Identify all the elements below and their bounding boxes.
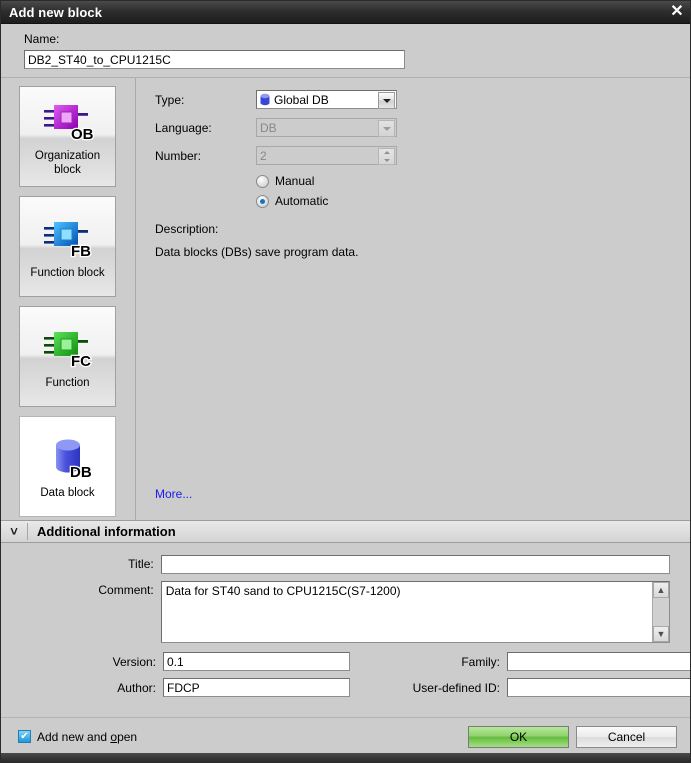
author-input[interactable]: [163, 678, 350, 697]
more-link[interactable]: More...: [155, 487, 192, 501]
svg-text:DB: DB: [70, 464, 92, 480]
version-row: Version:: [21, 652, 350, 671]
block-selection-area: OB Organization block: [1, 77, 690, 520]
radio-manual-label: Manual: [275, 174, 314, 188]
language-select: DB: [256, 118, 397, 137]
db-cylinder-icon: [260, 93, 270, 106]
chevron-down-icon[interactable]: [378, 92, 395, 109]
ok-button[interactable]: OK: [468, 726, 569, 748]
comment-scrollbar[interactable]: ▲ ▼: [652, 582, 669, 642]
svg-text:OB: OB: [71, 126, 94, 142]
close-icon[interactable]: ✕: [664, 1, 690, 23]
number-row: Number: 2: [155, 146, 690, 165]
block-tile-organization-block[interactable]: OB Organization block: [19, 86, 116, 187]
chevron-up-icon[interactable]: ▲: [653, 582, 669, 598]
svg-text:FB: FB: [71, 243, 91, 259]
type-label: Type:: [155, 93, 256, 107]
number-stepper: 2: [256, 146, 397, 165]
additional-information-body: Title: Comment: Data for ST40 sand to CP…: [1, 543, 690, 704]
type-row: Type: Global DB: [155, 90, 690, 109]
author-row: Author:: [21, 678, 350, 697]
dialog-footer: ✔ Add new and open OK Cancel: [1, 717, 690, 762]
type-value: Global DB: [274, 93, 329, 107]
block-tile-label: Organization block: [20, 149, 115, 177]
family-input[interactable]: [507, 652, 691, 671]
svg-text:FC: FC: [71, 353, 91, 369]
block-tile-function[interactable]: FC Function: [19, 306, 116, 407]
type-select[interactable]: Global DB: [256, 90, 397, 109]
number-value: 2: [260, 149, 267, 163]
window-bottom-strip: [1, 753, 690, 762]
dialog-titlebar: Add new block ✕: [1, 1, 690, 24]
name-section: Name:: [1, 24, 690, 69]
block-tile-function-block[interactable]: FB Function block: [19, 196, 116, 297]
spinner-buttons: [378, 148, 395, 165]
description-label: Description:: [155, 222, 690, 236]
name-label: Name:: [24, 32, 690, 46]
additional-information-title: Additional information: [28, 524, 176, 539]
radio-manual-indicator: [256, 175, 269, 188]
additional-information-header[interactable]: ˅ Additional information: [1, 520, 690, 543]
radio-manual[interactable]: Manual: [256, 174, 690, 188]
comment-row: Comment: Data for ST40 sand to CPU1215C(…: [21, 581, 670, 643]
data-block-icon: DB: [40, 434, 96, 482]
family-label: Family:: [350, 655, 507, 669]
version-label: Version:: [21, 655, 163, 669]
block-tile-label: Data block: [36, 486, 98, 500]
comment-textarea[interactable]: Data for ST40 sand to CPU1215C(S7-1200) …: [161, 581, 670, 643]
radio-automatic[interactable]: Automatic: [256, 194, 690, 208]
title-row: Title:: [21, 555, 670, 574]
user-defined-id-input[interactable]: [507, 678, 691, 697]
block-tile-label: Function: [41, 376, 93, 390]
language-label: Language:: [155, 121, 256, 135]
add-new-and-open-checkbox[interactable]: ✔ Add new and open: [18, 730, 137, 744]
language-value: DB: [260, 121, 277, 135]
comment-value: Data for ST40 sand to CPU1215C(S7-1200): [162, 582, 669, 600]
block-tile-data-block[interactable]: DB Data block: [19, 416, 116, 517]
meta-right-column: Family: User-defined ID:: [350, 652, 691, 704]
version-input[interactable]: [163, 652, 350, 671]
number-label: Number:: [155, 149, 256, 163]
user-defined-id-row: User-defined ID:: [350, 678, 691, 697]
cancel-button[interactable]: Cancel: [576, 726, 677, 748]
checkbox-indicator: ✔: [18, 730, 31, 743]
block-tile-label: Function block: [26, 266, 108, 280]
organization-block-icon: OB: [40, 97, 96, 145]
family-row: Family:: [350, 652, 691, 671]
description-text: Data blocks (DBs) save program data.: [155, 245, 690, 259]
add-new-block-dialog: Add new block ✕ Name:: [0, 0, 691, 763]
title-input[interactable]: [161, 555, 670, 574]
footer-buttons: OK Cancel: [468, 726, 677, 748]
name-input[interactable]: [24, 50, 405, 69]
title-label: Title:: [21, 555, 161, 574]
dialog-title: Add new block: [1, 5, 664, 20]
chevron-down-icon[interactable]: ▼: [653, 626, 669, 642]
block-type-list: OB Organization block: [1, 78, 136, 520]
add-new-and-open-label: Add new and open: [37, 730, 137, 744]
comment-label: Comment:: [21, 581, 161, 600]
radio-automatic-indicator: [256, 195, 269, 208]
function-icon: FC: [40, 324, 96, 372]
chevron-down-icon: [378, 120, 395, 137]
meta-fields: Version: Author: Family: User-defined ID…: [21, 652, 670, 704]
author-label: Author:: [21, 681, 163, 695]
meta-left-column: Version: Author:: [21, 652, 350, 704]
block-properties-form: Type: Global DB Language: DB: [136, 78, 690, 520]
user-defined-id-label: User-defined ID:: [350, 681, 507, 695]
language-row: Language: DB: [155, 118, 690, 137]
chevron-down-icon: ˅: [1, 524, 27, 539]
function-block-icon: FB: [40, 214, 96, 262]
radio-automatic-label: Automatic: [275, 194, 328, 208]
